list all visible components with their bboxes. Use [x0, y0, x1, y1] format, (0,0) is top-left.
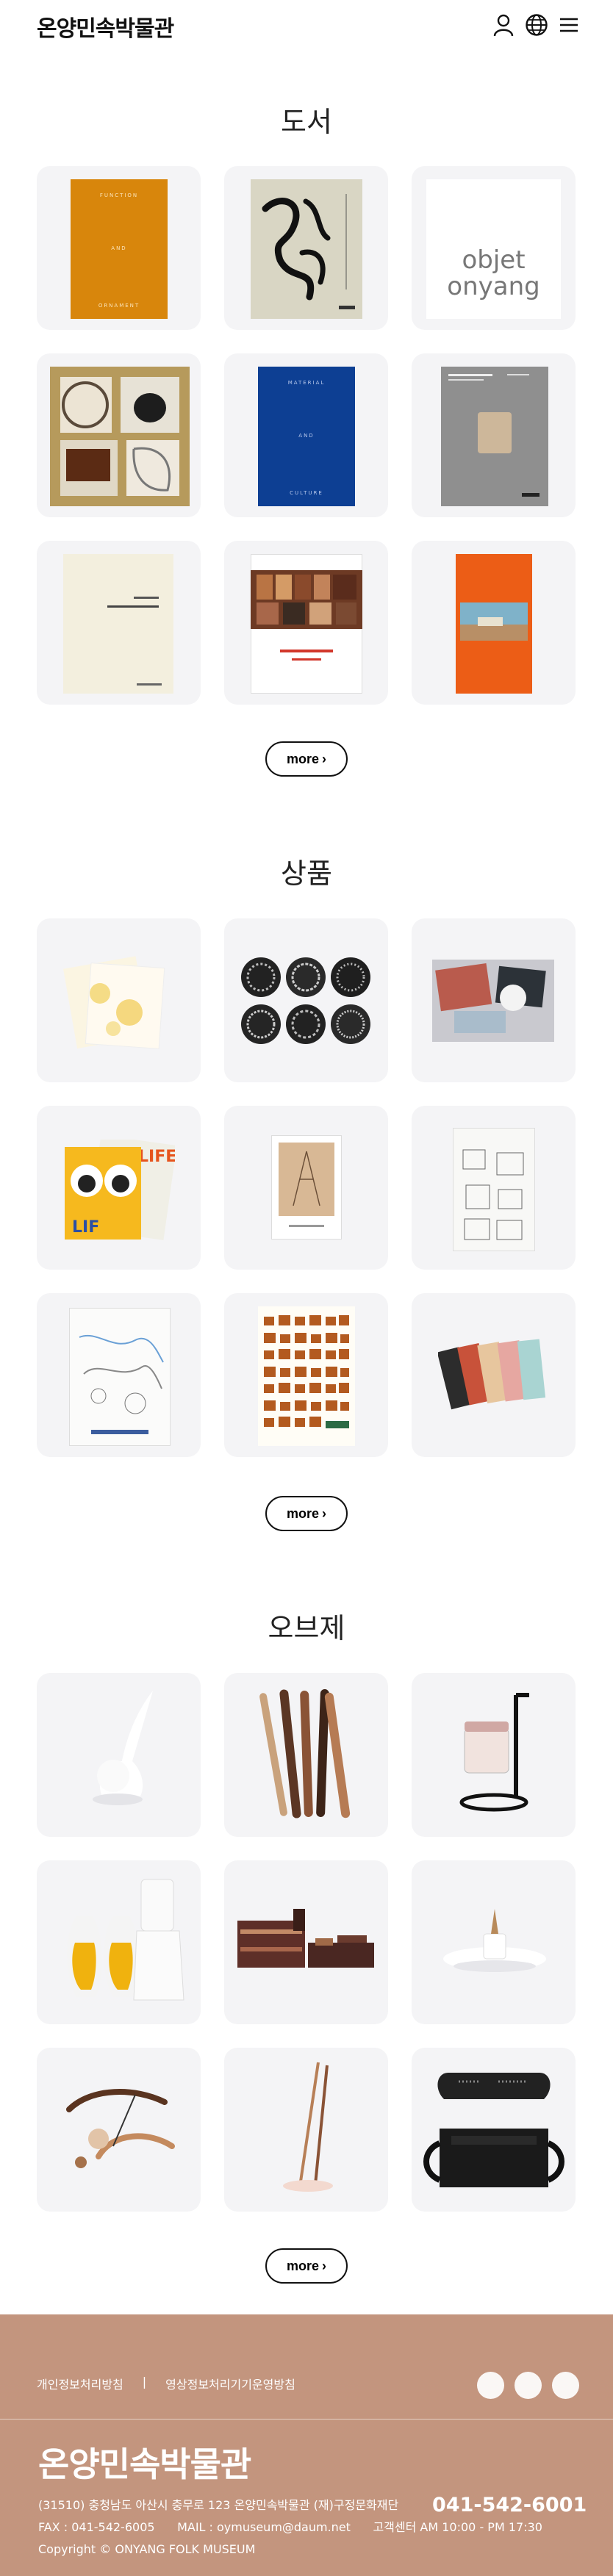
objet-card[interactable]	[224, 2048, 388, 2212]
user-icon[interactable]	[492, 13, 515, 37]
footer-phone[interactable]: 041-542-6001	[432, 2494, 587, 2516]
objet-image	[276, 2055, 342, 2205]
book-card[interactable]	[412, 541, 576, 705]
more-button-books[interactable]: more ›	[265, 741, 348, 777]
product-image	[69, 1308, 171, 1446]
book-card[interactable]	[412, 353, 576, 517]
objet-image	[257, 1685, 359, 1827]
book-cover: objet onyang	[426, 179, 561, 319]
book-cover	[50, 367, 190, 506]
objet-card[interactable]	[412, 1860, 576, 2024]
chevron-right-icon: ›	[322, 1505, 326, 1521]
objet-image	[234, 1906, 379, 1982]
objet-image	[81, 1688, 162, 1823]
book-card[interactable]	[37, 353, 201, 517]
objet-image	[457, 1688, 538, 1823]
objet-card[interactable]	[37, 1673, 201, 1837]
site-logo[interactable]: 온양민속박물관	[37, 10, 174, 43]
svg-text:LIF: LIF	[72, 1218, 99, 1237]
book-card[interactable]	[224, 541, 388, 705]
site-footer: 개인정보처리방침 | 영상정보처리기기운영방침 온양민속박물관 (31510) …	[0, 2314, 613, 2576]
book-card[interactable]	[224, 166, 388, 330]
section-title-books: 도서	[281, 106, 332, 138]
book-cover	[251, 554, 362, 694]
more-button-products[interactable]: more ›	[265, 1496, 348, 1531]
product-card[interactable]	[224, 1106, 388, 1270]
footer-divider	[0, 2419, 613, 2420]
product-image	[239, 954, 374, 1052]
objet-image	[54, 2065, 187, 2198]
footer-links: 개인정보처리방침 | 영상정보처리기기운영방침	[37, 2375, 295, 2392]
product-card[interactable]	[412, 918, 576, 1082]
privacy-policy-link[interactable]: 개인정보처리방침	[37, 2375, 123, 2392]
book-cover: FUNCTION AND ORNAMENT	[71, 179, 168, 319]
objets-grid	[37, 1673, 576, 2212]
objet-image	[440, 1904, 550, 1988]
header-icons	[492, 13, 579, 37]
book-card[interactable]: objet onyang	[412, 166, 576, 330]
footer-contact-row: FAX : 041-542-6005 MAIL : oymuseum@daum.…	[38, 2516, 542, 2539]
product-image	[59, 948, 184, 1061]
objet-card[interactable]	[224, 1673, 388, 1837]
product-image	[271, 1135, 342, 1240]
svg-text:LIFE: LIFE	[138, 1148, 175, 1166]
product-card[interactable]	[412, 1293, 576, 1457]
product-card[interactable]: LIFE LIF	[37, 1106, 201, 1270]
footer-fax: FAX : 041-542-6005	[38, 2520, 155, 2534]
site-header: 온양민속박물관	[0, 0, 613, 51]
objet-card[interactable]	[412, 1673, 576, 1837]
book-cover	[251, 179, 362, 319]
product-image	[258, 1306, 355, 1446]
social-circle-icon[interactable]	[552, 2372, 579, 2399]
product-card[interactable]	[412, 1106, 576, 1270]
book-cover	[63, 554, 173, 694]
section-title-objets: 오브제	[268, 1612, 345, 1644]
more-button-objets[interactable]: more ›	[265, 2248, 348, 2284]
book-cover: MATERIAL AND CULTURE	[258, 367, 355, 506]
product-image	[453, 1128, 535, 1251]
book-card[interactable]	[37, 541, 201, 705]
footer-social-icons	[477, 2372, 579, 2399]
chevron-right-icon: ›	[322, 751, 326, 766]
menu-icon[interactable]	[559, 16, 579, 34]
objet-card[interactable]	[37, 1860, 201, 2024]
book-card[interactable]: MATERIAL AND CULTURE	[224, 353, 388, 517]
objet-card[interactable]	[37, 2048, 201, 2212]
book-card[interactable]: FUNCTION AND ORNAMENT	[37, 166, 201, 330]
product-card[interactable]	[224, 1293, 388, 1457]
products-grid: LIFE LIF	[37, 918, 576, 1457]
footer-mail[interactable]: MAIL : oymuseum@daum.net	[177, 2520, 351, 2534]
globe-icon[interactable]	[525, 13, 548, 37]
chevron-right-icon: ›	[322, 2258, 326, 2273]
objet-image	[54, 1872, 187, 2015]
cctv-policy-link[interactable]: 영상정보처리기기운영방침	[165, 2375, 295, 2392]
product-card[interactable]	[37, 918, 201, 1082]
footer-link-separator: |	[142, 2375, 147, 2389]
objet-image	[422, 2062, 566, 2201]
product-image: LIFE LIF	[65, 1134, 177, 1245]
objet-card[interactable]	[224, 1860, 388, 2024]
book-cover	[456, 554, 532, 694]
section-title-products: 상품	[281, 857, 332, 890]
objet-card[interactable]	[412, 2048, 576, 2212]
books-grid: FUNCTION AND ORNAMENT objet onyang MATERI…	[37, 166, 576, 705]
footer-copyright: Copyright © ONYANG FOLK MUSEUM	[38, 2542, 256, 2556]
footer-hours: 고객센터 AM 10:00 - PM 17:30	[373, 2520, 542, 2534]
product-image	[432, 960, 554, 1042]
book-cover	[441, 367, 548, 506]
social-circle-icon[interactable]	[515, 2372, 542, 2399]
product-card[interactable]	[224, 918, 388, 1082]
social-circle-icon[interactable]	[477, 2372, 504, 2399]
product-card[interactable]	[37, 1293, 201, 1457]
product-image	[437, 1339, 553, 1415]
footer-logo: 온양민속박물관	[38, 2444, 251, 2484]
